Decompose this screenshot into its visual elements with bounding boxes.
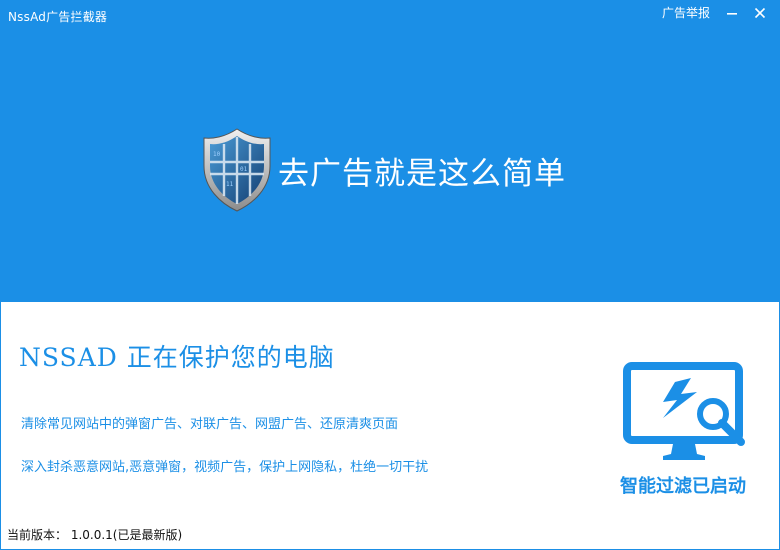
monitor-search-icon <box>623 362 745 460</box>
header-banner: NssAd广告拦截器 广告举报 10 01 11 去广告就是这么简单 <box>0 0 780 302</box>
feature-description-2: 深入封杀恶意网站,恶意弹窗，视频广告，保护上网隐私，杜绝一切干扰 <box>21 460 429 475</box>
svg-text:11: 11 <box>226 181 234 188</box>
content-panel: NSSAD 正在保护您的电脑 清除常见网站中的弹窗广告、对联广告、网盟广告、还原… <box>0 302 780 550</box>
feature-description-1: 清除常见网站中的弹窗广告、对联广告、网盟广告、还原清爽页面 <box>21 417 399 432</box>
minimize-button[interactable] <box>718 0 746 26</box>
shield-icon: 10 01 11 <box>203 128 271 212</box>
protect-status-heading: NSSAD 正在保护您的电脑 <box>19 343 335 372</box>
hero-section: 10 01 11 去广告就是这么简单 <box>200 126 566 214</box>
ad-report-link[interactable]: 广告举报 <box>662 4 710 21</box>
close-icon <box>754 7 766 19</box>
close-button[interactable] <box>746 0 774 26</box>
minimize-icon <box>727 13 737 15</box>
svg-text:01: 01 <box>240 166 248 173</box>
hero-slogan: 去广告就是这么简单 <box>278 155 566 192</box>
version-info: 当前版本： 1.0.0.1(已是最新版) <box>7 528 183 542</box>
window-title: NssAd广告拦截器 <box>8 10 108 24</box>
svg-text:10: 10 <box>213 151 221 158</box>
app-window: NssAd广告拦截器 广告举报 10 01 11 去广告就是这么简单 NSSAD… <box>0 0 780 550</box>
filter-status-label: 智能过滤已启动 <box>620 476 746 497</box>
